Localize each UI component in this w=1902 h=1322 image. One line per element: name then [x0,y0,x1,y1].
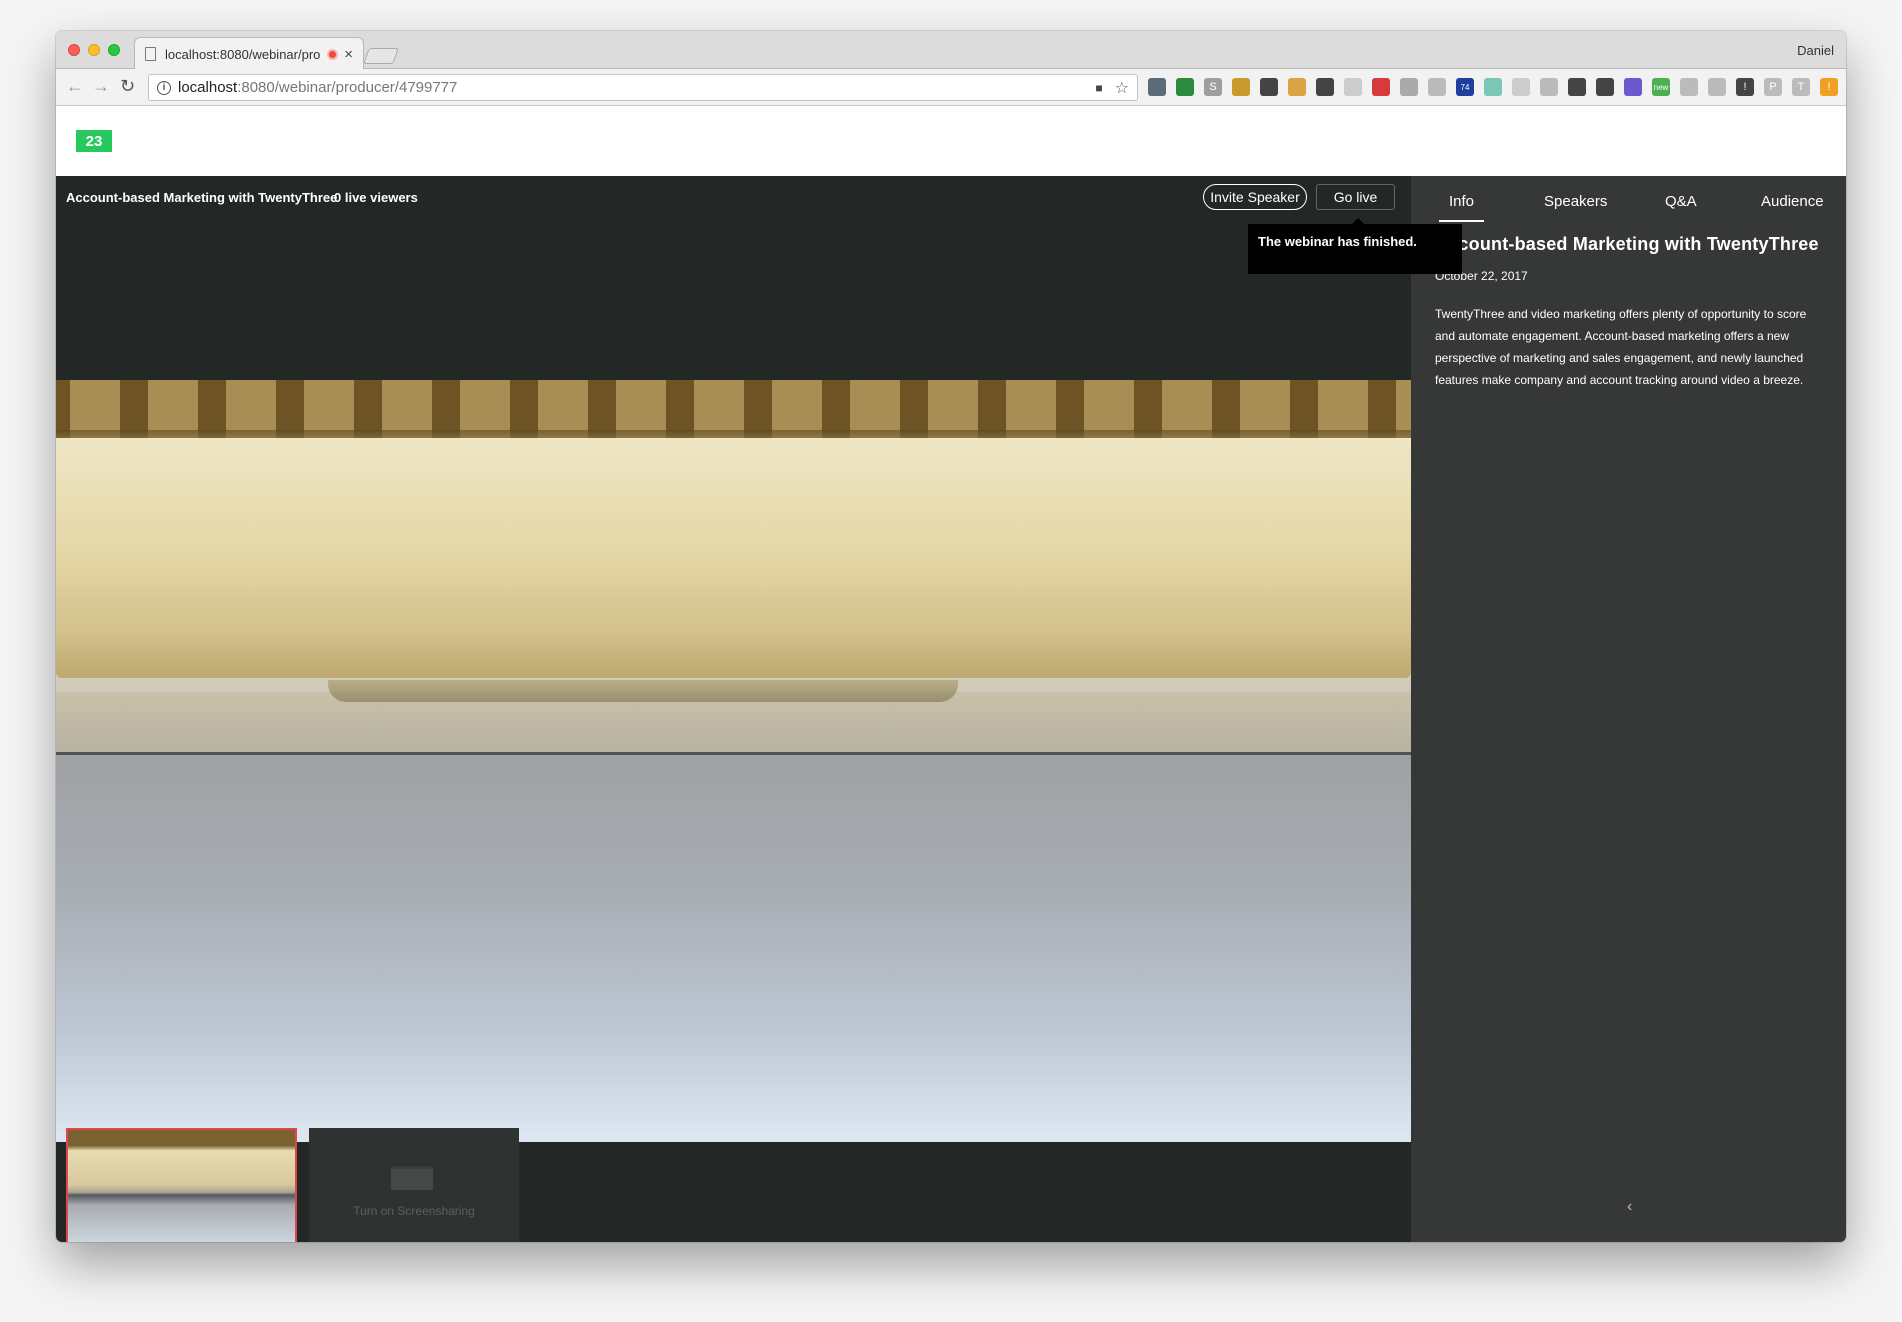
evernote-icon[interactable] [1316,78,1334,96]
go-live-button[interactable]: Go live [1316,184,1395,210]
tab-title: localhost:8080/webinar/pro [165,46,321,62]
maximize-window-button[interactable] [108,44,120,56]
tab-audience[interactable]: Audience [1761,193,1824,210]
house-icon[interactable]: 74 [1456,78,1474,96]
tab-speakers[interactable]: Speakers [1544,193,1607,210]
feed-groove [328,680,958,702]
screen-icon [391,1166,433,1190]
gift-icon[interactable] [1372,78,1390,96]
grid-icon[interactable] [1148,78,1166,96]
bookmark-star-icon[interactable]: ☆ [1115,78,1129,98]
collapse-panel-icon[interactable]: ‹ [1627,1198,1632,1216]
extensions-bar: S 74 new! P T! [1148,78,1838,96]
side-panel: Info Speakers Q&A Audience Account-based… [1411,176,1846,1242]
browser-window: localhost:8080/webinar/pro × Daniel ← → … [56,31,1846,1242]
cloud-icon[interactable] [1344,78,1362,96]
p-icon[interactable]: P [1764,78,1782,96]
back-button[interactable]: ← [66,76,84,97]
t-icon[interactable]: T [1792,78,1810,96]
bar-icon[interactable] [1708,78,1726,96]
page-icon [145,47,156,61]
event-title: Account-based Marketing with TwentyThree [1435,234,1819,254]
url-text[interactable]: localhost:8080/webinar/producer/4799777 [178,79,1095,96]
close-window-button[interactable] [68,44,80,56]
calendar-icon[interactable] [1624,78,1642,96]
new-tab-button[interactable] [363,48,399,64]
browser-tab[interactable]: localhost:8080/webinar/pro × [134,37,364,70]
live-viewers-count: 0 live viewers [334,190,418,205]
camera-thumbnail[interactable] [66,1128,297,1242]
circle-icon[interactable] [1484,78,1502,96]
leaf-icon[interactable] [1512,78,1530,96]
url-path: :8080/webinar/producer/4799777 [237,79,458,96]
close-tab-icon[interactable]: × [344,46,353,63]
check-icon[interactable] [1680,78,1698,96]
alert-icon[interactable]: ! [1820,78,1838,96]
info-icon[interactable]: ! [1736,78,1754,96]
camera-icon[interactable]: ■ [1095,81,1102,95]
address-bar[interactable]: i localhost:8080/webinar/producer/479977… [148,74,1138,101]
reload-button[interactable]: ↻ [120,76,135,97]
site-info-icon[interactable]: i [157,80,171,95]
feed-surface [56,755,1411,1142]
panel-tabs: Info Speakers Q&A Audience [1411,176,1846,222]
bookmark-icon[interactable] [1176,78,1194,96]
dropbox-icon[interactable] [1540,78,1558,96]
webinar-title: Account-based Marketing with TwentyThree [66,190,338,205]
flag-icon[interactable] [1288,78,1306,96]
recording-icon [327,48,339,60]
url-host: localhost [178,79,238,96]
webinar-stage: Account-based Marketing with TwentyThree… [56,176,1462,1242]
bowl-icon[interactable] [1232,78,1250,96]
event-description: TwentyThree and video marketing offers p… [1435,307,1807,387]
tab-strip: localhost:8080/webinar/pro × Daniel [56,31,1846,70]
screenshare-label: Turn on Screensharing [353,1204,475,1218]
screenshare-thumbnail[interactable]: Turn on Screensharing [309,1128,519,1242]
pocket-icon[interactable] [1260,78,1278,96]
s-icon[interactable]: S [1204,78,1222,96]
moon-icon[interactable] [1568,78,1586,96]
doc-icon[interactable] [1400,78,1418,96]
feed-object [56,438,1411,678]
status-tooltip: The webinar has finished. [1248,218,1462,274]
panda-icon[interactable] [1596,78,1614,96]
tab-qa[interactable]: Q&A [1665,193,1697,210]
tab-info[interactable]: Info [1438,193,1485,222]
cloud2-icon[interactable] [1428,78,1446,96]
minimize-window-button[interactable] [88,44,100,56]
forward-button[interactable]: → [92,76,110,97]
invite-speaker-button[interactable]: Invite Speaker [1203,184,1307,210]
camera-feed [56,380,1411,1142]
new-icon[interactable]: new [1652,78,1670,96]
profile-name[interactable]: Daniel [1797,43,1834,58]
browser-toolbar: ← → ↻ i localhost:8080/webinar/producer/… [56,69,1846,106]
app-logo[interactable]: 23 [76,130,112,152]
app-header: 23 [56,106,1846,176]
